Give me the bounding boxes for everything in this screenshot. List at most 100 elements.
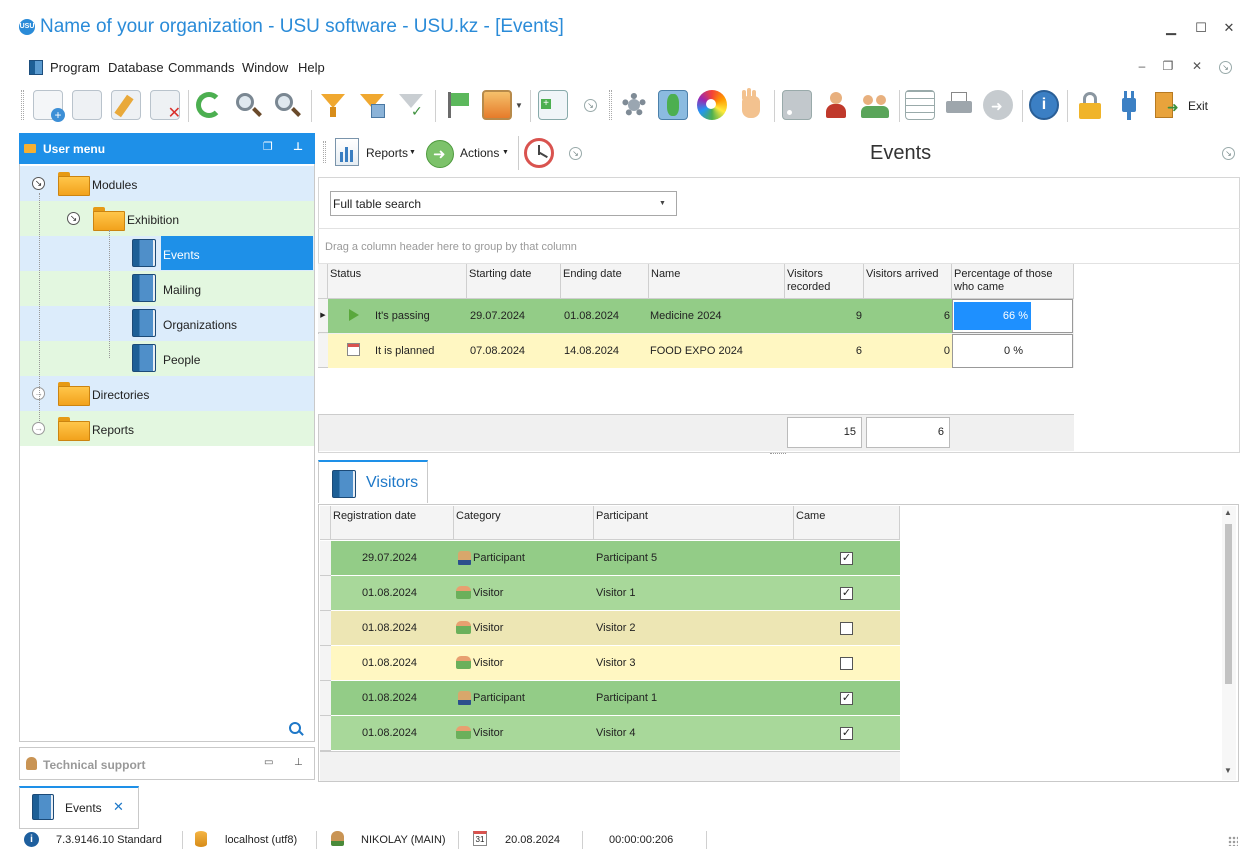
expand-icon[interactable]: → [32,422,45,435]
exit-label[interactable]: Exit [1188,99,1208,113]
tree-item-modules[interactable]: ↘ Modules [20,166,314,201]
came-checkbox[interactable] [840,622,853,635]
toolbar-grip[interactable] [21,90,24,120]
actions-dropdown-icon[interactable]: ▼ [502,149,509,156]
delete-record-icon[interactable]: ✕ [150,90,181,122]
table-search-input[interactable]: Full table search [330,191,677,216]
mdi-close-button[interactable]: ✕ [1189,59,1205,73]
filter-icon[interactable] [318,90,348,120]
hand-icon[interactable] [736,88,766,120]
table-row[interactable]: 01.08.2024 Visitor Visitor 3 [320,646,900,681]
exit-icon[interactable]: ➜ [1153,90,1183,120]
column-header-start-date[interactable]: Starting date [467,264,561,299]
collapse-icon[interactable]: ↘ [32,177,45,190]
copy-record-icon[interactable] [72,90,102,120]
table-row[interactable]: 01.08.2024 Visitor Visitor 4 ✓ [320,716,900,751]
reports-button[interactable]: Reports [366,146,408,160]
refresh-icon[interactable] [194,90,224,120]
menu-commands[interactable]: Commands [168,60,234,75]
actions-button[interactable]: Actions [460,146,499,160]
minimize-button[interactable]: ▁ [1161,18,1181,38]
technical-support-panel[interactable]: Technical support ▭ ⊥ [19,747,315,780]
scroll-down-icon[interactable]: ▼ [1224,766,1232,775]
column-header-category[interactable]: Category [454,506,594,540]
columns-icon[interactable]: + [538,90,568,120]
panel-pin-icon[interactable]: ⊥ [293,140,303,153]
content-toolbar-overflow-icon[interactable]: ↘ [569,147,582,160]
map-icon[interactable] [658,90,688,120]
toolbar-overflow-icon[interactable]: ↘ [584,99,597,112]
menu-database[interactable]: Database [108,60,164,75]
column-header-visitors-recorded[interactable]: Visitors recorded [785,264,864,299]
color-palette-icon[interactable] [697,90,727,120]
print-icon[interactable] [944,90,974,120]
image-icon[interactable] [482,90,512,120]
came-checkbox[interactable] [840,657,853,670]
forward-icon[interactable]: ➜ [983,90,1013,120]
reports-dropdown-icon[interactable]: ▼ [409,149,416,156]
tree-item-organizations[interactable]: Organizations [20,306,314,341]
scroll-thumb[interactable] [1225,524,1232,684]
rss-icon[interactable] [782,90,812,120]
content-toolbar-grip[interactable] [323,141,326,163]
came-checkbox[interactable]: ✓ [840,727,853,740]
came-checkbox[interactable]: ✓ [840,552,853,565]
lock-icon[interactable] [1075,90,1105,120]
table-row[interactable]: 29.07.2024 Participant Participant 5 ✓ [320,541,900,576]
image-dropdown-icon[interactable]: ▼ [515,101,523,110]
menu-window[interactable]: Window [242,60,288,75]
doc-tab-close-icon[interactable]: ✕ [113,799,124,815]
collapse-icon[interactable]: ↘ [67,212,80,225]
menu-program[interactable]: Program [50,60,100,75]
tree-item-directories[interactable]: → Directories [20,376,314,411]
tree-item-people[interactable]: People [20,341,314,376]
app-menu-icon[interactable] [29,60,43,75]
filter-settings-icon[interactable] [357,90,387,120]
flag-icon[interactable] [443,90,473,120]
visitors-scrollbar[interactable]: ▲ ▼ [1222,506,1236,780]
mdi-restore-button[interactable]: ❐ [1160,59,1176,73]
menu-overflow-icon[interactable]: ↘ [1219,61,1232,74]
scroll-up-icon[interactable]: ▲ [1224,508,1232,517]
resize-grip-icon[interactable] [1228,836,1238,846]
table-row[interactable]: 01.08.2024 Visitor Visitor 2 [320,611,900,646]
table-row[interactable]: 01.08.2024 Visitor Visitor 1 ✓ [320,576,900,611]
close-button[interactable]: ✕ [1219,18,1239,38]
tree-item-events[interactable]: Events [20,236,314,271]
edit-record-icon[interactable] [111,90,141,120]
gear-icon[interactable] [619,90,649,120]
info-icon[interactable]: i [1029,90,1059,120]
panel-float-icon[interactable]: ❐ [263,140,273,153]
column-header-participant[interactable]: Participant [594,506,794,540]
user-icon[interactable] [821,90,851,120]
toolbar-grip-2[interactable] [609,90,612,120]
heading-overflow-icon[interactable]: ↘ [1222,147,1235,160]
search-dropdown-icon[interactable]: ▼ [659,200,666,207]
panel-pin-icon[interactable]: ⊥ [294,757,303,768]
add-record-icon[interactable]: + [33,90,65,122]
search-icon[interactable] [233,90,263,120]
plug-icon[interactable] [1114,90,1144,120]
users-icon[interactable] [860,90,890,120]
filter-clear-icon[interactable]: ✓ [396,90,426,120]
mdi-minimize-button[interactable]: ‒ [1134,59,1150,73]
splitter-handle[interactable] [770,453,786,456]
column-header-end-date[interactable]: Ending date [561,264,649,299]
column-header-status[interactable]: Status [328,264,467,299]
came-checkbox[interactable]: ✓ [840,587,853,600]
came-checkbox[interactable]: ✓ [840,692,853,705]
advanced-search-icon[interactable] [272,90,302,120]
table-icon[interactable] [905,90,935,120]
tab-visitors[interactable]: Visitors [318,460,428,503]
panel-minimize-icon[interactable]: ▭ [264,757,273,768]
tree-item-mailing[interactable]: Mailing [20,271,314,306]
menu-help[interactable]: Help [298,60,325,75]
column-header-came[interactable]: Came [794,506,900,540]
column-header-visitors-arrived[interactable]: Visitors arrived [864,264,952,299]
column-header-registration-date[interactable]: Registration date [331,506,454,540]
tab-events-document[interactable]: Events ✕ [19,786,139,829]
tree-item-reports[interactable]: → Reports [20,411,314,446]
table-row[interactable]: 01.08.2024 Participant Participant 1 ✓ [320,681,900,716]
column-header-name[interactable]: Name [649,264,785,299]
column-header-percentage[interactable]: Percentage of those who came [952,264,1074,299]
